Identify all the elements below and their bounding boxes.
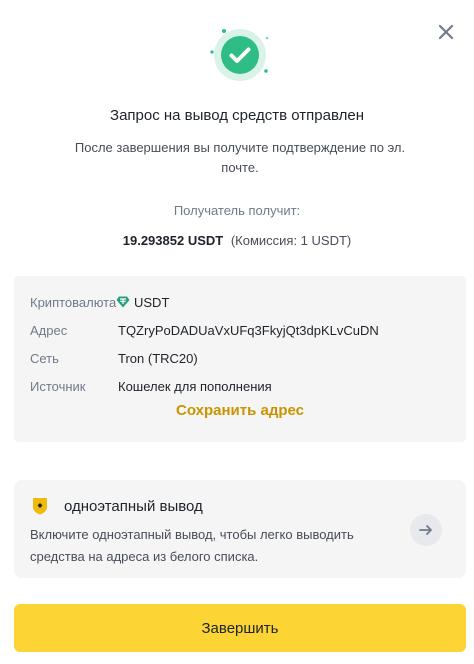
dialog-subtitle: После завершения вы получите подтвержден… [74, 140, 406, 175]
detail-label: Источник [30, 378, 86, 394]
withdrawal-details-panel: Криптовалюта USDT Адрес TQZryPoDADUaVxUF… [14, 276, 466, 442]
receive-amount: 19.293852 USDT [122, 233, 224, 248]
detail-value: USDT [116, 294, 170, 310]
detail-row-crypto: Криптовалюта USDT [30, 292, 169, 312]
success-status [204, 22, 274, 88]
close-button[interactable] [434, 20, 458, 44]
save-address-link[interactable]: Сохранить адрес [14, 402, 466, 419]
receive-fee: (Комиссия: 1 USDT) [230, 233, 352, 248]
receive-summary: 19.293852 USDT (Комиссия: 1 USDT) [0, 233, 474, 248]
detail-label: Адрес [30, 322, 68, 338]
detail-row-address: Адрес TQZryPoDADUaVxUFq3FkyjQt3dpKLvCuDN [30, 320, 379, 340]
dialog-title: Запрос на вывод средств отправлен [110, 107, 364, 124]
one-step-withdrawal-card[interactable]: одноэтапный вывод Включите одноэтапный в… [14, 480, 466, 578]
source-value: Кошелек для пополнения [118, 378, 272, 394]
promo-title: одноэтапный вывод [64, 498, 203, 515]
detail-label: Криптовалюта [30, 294, 117, 310]
promo-arrow-button[interactable] [410, 514, 442, 546]
detail-label: Сеть [30, 350, 59, 366]
arrow-right-icon [419, 525, 432, 535]
check-circle-icon [210, 29, 269, 81]
address-value: TQZryPoDADUaVxUFq3FkyjQt3dpKLvCuDN [118, 322, 379, 338]
withdrawal-success-dialog: Запрос на вывод средств отправлен После … [0, 0, 474, 664]
usdt-coin-icon [116, 296, 130, 308]
finish-button[interactable]: Завершить [14, 604, 466, 652]
crypto-value: USDT [134, 294, 170, 310]
shield-icon [33, 498, 47, 515]
network-value: Tron (TRC20) [118, 350, 198, 366]
promo-description: Включите одноэтапный вывод, чтобы легко … [30, 527, 354, 564]
receive-label: Получатель получит: [173, 203, 301, 218]
detail-row-source: Источник Кошелек для пополнения [30, 376, 272, 396]
detail-row-network: Сеть Tron (TRC20) [30, 348, 198, 368]
close-icon [438, 24, 454, 40]
